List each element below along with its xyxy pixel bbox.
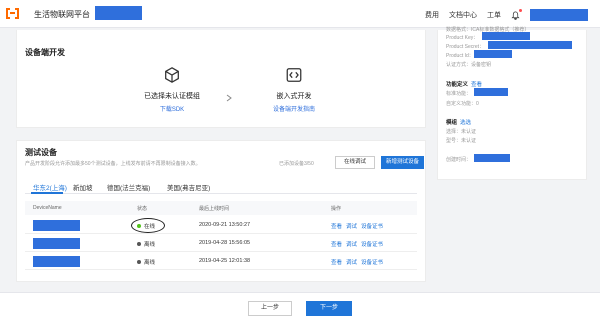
redacted-std-func: [474, 88, 508, 96]
footer-bar: 上一步 下一步: [0, 292, 600, 323]
redacted-device-name[interactable]: [33, 256, 80, 267]
device-cert-link[interactable]: 设备证书: [361, 222, 383, 230]
table-row: 离线 2019-04-28 15:56:05 查看 调试 设备证书: [25, 235, 417, 252]
nav-billing-link[interactable]: 费用: [425, 10, 439, 20]
status-badge: 离线: [137, 258, 155, 266]
status-dot: [137, 260, 141, 264]
redacted-device-name[interactable]: [33, 238, 80, 249]
row-actions: 查看 调试 设备证书: [331, 222, 383, 230]
test-devices-desc: 产品开发阶段允许添加最多50个测试设备，上线发布前请不再限制设备接入数。: [25, 161, 201, 167]
redacted-product-id: [474, 50, 512, 58]
tab-cn-shanghai[interactable]: 华东2(上海): [33, 182, 67, 192]
product-key-label: Product Key：: [446, 35, 479, 41]
table-row: 离线 2019-04-25 12:01:38 查看 调试 设备证书: [25, 253, 417, 270]
func-def-section: 功能定义 查看: [446, 82, 483, 88]
nav-docs-link[interactable]: 文档中心: [449, 10, 477, 20]
last-online-time: 2019-04-28 15:56:05: [199, 240, 251, 246]
online-debug-button[interactable]: 在线调试: [335, 156, 375, 169]
col-actions: 操作: [331, 206, 342, 212]
device-cert-link[interactable]: 设备证书: [361, 258, 383, 266]
nav-ticket-link[interactable]: 工单: [487, 10, 501, 20]
view-link[interactable]: 查看: [331, 258, 342, 266]
region-tabs: 华东2(上海) 新加坡 德国(法兰克福) 美国(弗吉尼亚): [25, 179, 417, 194]
app-name[interactable]: 生活物联网平台: [34, 9, 90, 20]
test-devices-title: 测试设备: [25, 148, 57, 157]
top-nav-links: 费用 文档中心 工单: [425, 8, 588, 21]
col-status: 状态: [137, 206, 148, 212]
last-online-time: 2019-04-25 12:01:38: [199, 258, 251, 264]
bell-icon[interactable]: [511, 8, 522, 20]
aliyun-logo-icon[interactable]: [6, 8, 19, 19]
chevron-right-icon: [225, 94, 233, 102]
tab-frankfurt[interactable]: 德国(法兰克福): [107, 182, 150, 192]
status-badge: 离线: [137, 240, 155, 248]
status-badge: 在线: [137, 222, 155, 230]
device-cert-link[interactable]: 设备证书: [361, 240, 383, 248]
cube-icon: [163, 66, 181, 84]
status-dot: [137, 224, 141, 228]
module-section: 模组 选选: [446, 120, 472, 126]
add-test-device-button[interactable]: 新增测试设备: [381, 156, 424, 169]
step-embedded-label: 嵌入式开发: [276, 93, 312, 100]
device-quota: 已添加设备3/50: [279, 161, 314, 167]
device-dev-card: 设备端开发 已选择未认证模组 下载SDK 嵌入式开发 设备端开发指南: [16, 30, 426, 128]
redacted-device-name[interactable]: [33, 220, 80, 231]
col-last-online: 最后上线时间: [199, 206, 230, 212]
download-sdk-link[interactable]: 下载SDK: [127, 104, 217, 113]
row-actions: 查看 调试 设备证书: [331, 258, 383, 266]
dev-guide-link[interactable]: 设备端开发指南: [249, 104, 339, 113]
redacted-user-account[interactable]: [530, 9, 588, 21]
debug-link[interactable]: 调试: [346, 240, 357, 248]
code-icon: [285, 66, 303, 84]
table-row: 在线 2020-09-21 13:50:27 查看 调试 设备证书: [25, 217, 417, 234]
step-module: 已选择未认证模组 下载SDK: [127, 66, 217, 113]
product-id-label: Product Id：: [446, 53, 474, 59]
view-link[interactable]: 查看: [331, 222, 342, 230]
module-select-link[interactable]: 选选: [460, 120, 471, 126]
redacted-product-secret: [488, 41, 572, 49]
custom-func-row: 自定义功能：0: [446, 101, 479, 107]
debug-link[interactable]: 调试: [346, 258, 357, 266]
next-step-button[interactable]: 下一步: [306, 301, 352, 316]
tab-virginia[interactable]: 美国(弗吉尼亚): [167, 182, 210, 192]
top-navbar: 生活物联网平台 费用 文档中心 工单: [0, 0, 600, 28]
redacted-product-key: [482, 32, 530, 40]
product-info-panel: 数据格式：ICA标准数据格式（推荐） Product Key： Product …: [437, 27, 587, 180]
module-select-row: 选择：未认证: [446, 129, 477, 135]
step-embedded: 嵌入式开发 设备端开发指南: [249, 66, 339, 113]
tab-singapore[interactable]: 新加坡: [73, 182, 93, 192]
device-dev-title: 设备端开发: [25, 48, 65, 57]
auth-type-row: 认证方式：设备密钥: [446, 62, 492, 68]
col-devicename: DeviceName: [33, 205, 62, 211]
row-actions: 查看 调试 设备证书: [331, 240, 383, 248]
prev-step-button[interactable]: 上一步: [248, 301, 292, 316]
product-secret-label: Product Secret：: [446, 44, 485, 50]
debug-link[interactable]: 调试: [346, 222, 357, 230]
last-online-time: 2020-09-21 13:50:27: [199, 222, 251, 228]
redacted-product-name: [95, 6, 142, 20]
table-header: DeviceName 状态 最后上线时间 操作: [25, 201, 417, 215]
view-link[interactable]: 查看: [331, 240, 342, 248]
notification-dot: [519, 8, 522, 12]
test-devices-card: 测试设备 产品开发阶段允许添加最多50个测试设备，上线发布前请不再限制设备接入数…: [16, 140, 426, 282]
status-dot: [137, 242, 141, 246]
std-func-label: 标准功能：: [446, 91, 472, 97]
redacted-created-time: [474, 154, 510, 162]
module-model-row: 型号：未认证: [446, 138, 477, 144]
active-tab-indicator: [31, 192, 63, 194]
step-module-label: 已选择未认证模组: [144, 93, 200, 100]
created-time-label: 创建时间：: [446, 157, 472, 163]
